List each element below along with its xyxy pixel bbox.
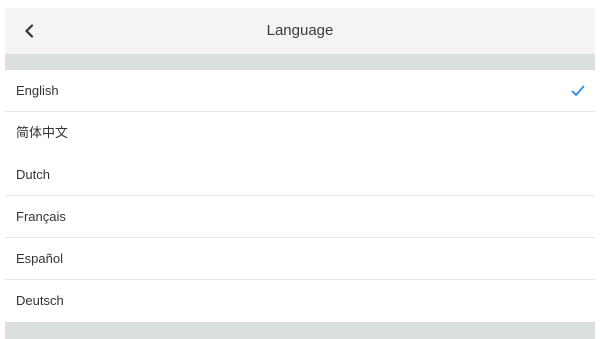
language-option-english[interactable]: English	[5, 70, 595, 112]
section-spacer-top	[5, 54, 595, 70]
language-option-simplified-chinese[interactable]: 简体中文	[5, 112, 595, 154]
language-label: 简体中文	[16, 125, 69, 140]
back-button[interactable]	[9, 8, 49, 54]
section-spacer-bottom	[5, 322, 595, 339]
page-title: Language	[266, 22, 334, 39]
language-option-german[interactable]: Deutsch	[5, 280, 595, 322]
language-label: English	[16, 83, 59, 98]
language-label: Français	[16, 209, 66, 224]
language-option-french[interactable]: Français	[5, 196, 595, 238]
language-list: English 简体中文 Dutch Français Español Deut…	[5, 70, 595, 322]
language-settings-screen: Language English 简体中文 Dutch Français Esp…	[0, 0, 600, 339]
language-label: Español	[16, 251, 63, 266]
top-edge	[0, 0, 600, 8]
checkmark-icon	[571, 84, 585, 96]
language-option-spanish[interactable]: Español	[5, 238, 595, 280]
header-bar: Language	[5, 8, 595, 54]
language-label: Deutsch	[16, 293, 64, 308]
language-option-dutch[interactable]: Dutch	[5, 154, 595, 196]
chevron-left-icon	[24, 24, 34, 38]
language-label: Dutch	[16, 167, 50, 182]
